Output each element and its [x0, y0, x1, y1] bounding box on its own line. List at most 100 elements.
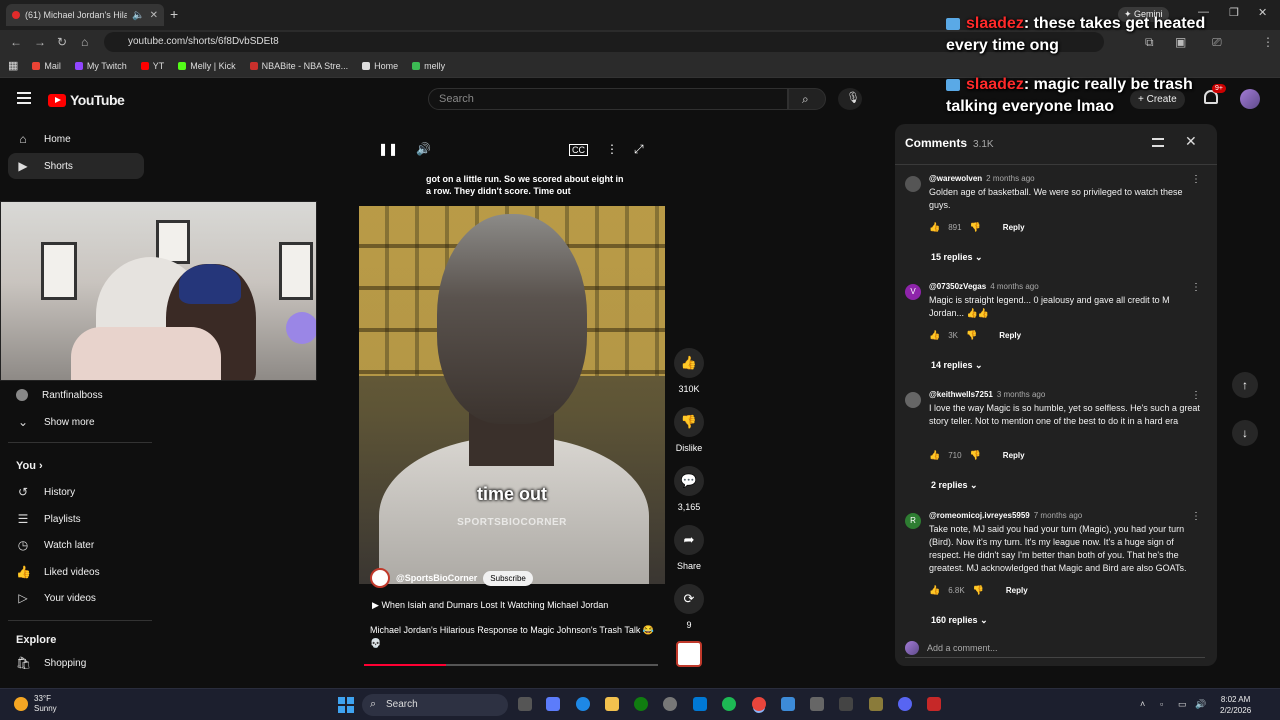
search-input[interactable]: Search: [428, 88, 788, 110]
commenter-avatar[interactable]: [905, 392, 921, 408]
remix-button[interactable]: ⟳ 9: [672, 584, 706, 630]
next-short-button[interactable]: ↓: [1232, 420, 1258, 446]
comment-more-icon[interactable]: ⋮: [1191, 282, 1201, 293]
file-explorer-icon[interactable]: [605, 697, 619, 711]
store-icon[interactable]: [693, 697, 707, 711]
commenter-name[interactable]: @07350zVegas 4 months ago: [929, 282, 1039, 291]
thumbs-down-icon[interactable]: 👎: [973, 585, 984, 596]
guide-menu-icon[interactable]: [17, 92, 31, 104]
reply-button[interactable]: Reply: [999, 331, 1021, 340]
app-icon[interactable]: [927, 697, 941, 711]
commenter-avatar[interactable]: V: [905, 284, 921, 300]
tab-close-icon[interactable]: ✕: [150, 10, 158, 21]
comment-more-icon[interactable]: ⋮: [1191, 174, 1201, 185]
thumbs-up-icon[interactable]: 👍: [929, 585, 940, 596]
app-icon[interactable]: [839, 697, 853, 711]
obs-icon[interactable]: [663, 697, 677, 711]
bookmark-x-home[interactable]: Home: [362, 61, 398, 71]
commenter-avatar[interactable]: R: [905, 513, 921, 529]
pause-icon[interactable]: ❚❚: [378, 142, 398, 156]
window-close-button[interactable]: ✕: [1258, 6, 1267, 19]
close-icon[interactable]: ✕: [1185, 133, 1197, 150]
tab-mute-icon[interactable]: 🔈: [132, 10, 144, 21]
new-tab-button[interactable]: +: [170, 6, 178, 22]
sidebar-item-playlists[interactable]: ☰ Playlists: [8, 506, 144, 532]
apps-grid-icon[interactable]: ▦: [8, 59, 18, 72]
display-icon[interactable]: ▭: [1178, 699, 1187, 710]
sidebar-item-history[interactable]: ↺ History: [8, 479, 144, 505]
commenter-name[interactable]: @keithwells7251 3 months ago: [929, 390, 1045, 399]
reply-button[interactable]: Reply: [1006, 586, 1028, 595]
volume-icon[interactable]: 🔊: [1195, 699, 1206, 710]
sidebar-item-watch-later[interactable]: ◷ Watch later: [8, 532, 144, 558]
weather-widget[interactable]: 33°F Sunny: [14, 694, 57, 714]
more-options-icon[interactable]: ⋮: [606, 142, 618, 156]
spotify-icon[interactable]: [722, 697, 736, 711]
sidebar-item-shorts[interactable]: ▶ Shorts: [8, 153, 144, 179]
add-comment-input[interactable]: Add a comment...: [905, 638, 1205, 658]
bookmark-kick[interactable]: Melly | Kick: [178, 61, 236, 71]
sort-icon[interactable]: [1152, 138, 1164, 147]
bookmark-nbabite[interactable]: NBABite - NBA Stre...: [249, 61, 348, 71]
voice-search-icon[interactable]: 🎙: [838, 88, 862, 110]
chrome-icon[interactable]: [752, 697, 766, 711]
tray-app-icon[interactable]: ▫: [1160, 699, 1163, 709]
sidebar-item-liked-videos[interactable]: 👍 Liked videos: [8, 559, 144, 585]
comment-more-icon[interactable]: ⋮: [1191, 511, 1201, 522]
browser-tab[interactable]: (61) Michael Jordan's Hilari 🔈 ✕: [6, 4, 164, 26]
bookmark-melly[interactable]: melly: [412, 61, 445, 71]
like-button[interactable]: 👍 310K: [672, 348, 706, 394]
channel-name[interactable]: @SportsBioCorner: [396, 573, 477, 583]
view-replies-button[interactable]: 15 replies ⌄: [931, 252, 983, 263]
thumbs-up-icon[interactable]: 👍: [929, 222, 940, 233]
view-replies-button[interactable]: 14 replies ⌄: [931, 360, 983, 371]
thumbs-down-icon[interactable]: 👎: [966, 330, 977, 341]
sidebar-item-shopping[interactable]: 🛍 Shopping: [8, 650, 144, 676]
media-icon[interactable]: [810, 697, 824, 711]
sidebar-item-home[interactable]: ⌂ Home: [8, 126, 144, 152]
search-button[interactable]: ⌕: [788, 88, 826, 110]
reply-button[interactable]: Reply: [1003, 451, 1025, 460]
forward-icon[interactable]: →: [34, 35, 46, 49]
related-video-link[interactable]: ▶ When Isiah and Dumars Lost It Watching…: [372, 600, 608, 611]
bookmark-twitch[interactable]: My Twitch: [74, 61, 127, 71]
thumbs-up-icon[interactable]: 👍: [929, 330, 940, 341]
task-view-icon[interactable]: [518, 697, 532, 711]
view-replies-button[interactable]: 2 replies ⌄: [931, 480, 978, 491]
sidebar-item-your-videos[interactable]: ▷ Your videos: [8, 585, 144, 611]
captions-icon[interactable]: CC: [569, 144, 588, 156]
sound-thumbnail[interactable]: [676, 641, 702, 667]
bookmark-yt[interactable]: YT: [140, 61, 164, 71]
menu-icon[interactable]: ⋮: [1262, 35, 1274, 49]
subscribe-button[interactable]: Subscribe: [483, 570, 533, 586]
channel-avatar[interactable]: [370, 568, 390, 588]
taskbar-search[interactable]: ⌕ Search: [362, 694, 508, 716]
fullscreen-icon[interactable]: ⤢: [634, 142, 644, 157]
clock[interactable]: 8:02 AM 2/2/2026: [1220, 694, 1251, 716]
copilot-icon[interactable]: [546, 697, 560, 711]
bookmark-mail[interactable]: Mail: [32, 61, 61, 71]
home-icon[interactable]: ⌂: [81, 35, 88, 49]
comment-more-icon[interactable]: ⋮: [1191, 390, 1201, 401]
you-heading[interactable]: You ›: [16, 460, 43, 472]
reply-button[interactable]: Reply: [1003, 223, 1025, 232]
share-button[interactable]: ➦ Share: [672, 525, 706, 571]
comments-button[interactable]: 💬 3,165: [672, 466, 706, 512]
tray-chevron-icon[interactable]: ˄: [1140, 699, 1145, 709]
thumbs-down-icon[interactable]: 👎: [970, 450, 981, 461]
start-button[interactable]: [338, 697, 354, 713]
volume-icon[interactable]: 🔊: [416, 142, 431, 156]
sidebar-item-rantfinalboss[interactable]: Rantfinalboss: [8, 382, 144, 408]
dislike-button[interactable]: 👎 Dislike: [672, 407, 706, 453]
thumbs-down-icon[interactable]: 👎: [970, 222, 981, 233]
reload-icon[interactable]: ↻: [57, 35, 67, 49]
youtube-logo[interactable]: YouTube: [48, 92, 125, 108]
game-icon[interactable]: [869, 697, 883, 711]
commenter-name[interactable]: @romeomicoj.ivreyes5959 7 months ago: [929, 511, 1082, 520]
video-progress-bar[interactable]: [364, 664, 658, 666]
view-replies-button[interactable]: 160 replies ⌄: [931, 615, 988, 626]
previous-short-button[interactable]: ↑: [1232, 372, 1258, 398]
app-icon[interactable]: [781, 697, 795, 711]
edge-icon[interactable]: [576, 697, 590, 711]
video-frame[interactable]: time out SPORTSBIOCORNER: [359, 206, 665, 584]
